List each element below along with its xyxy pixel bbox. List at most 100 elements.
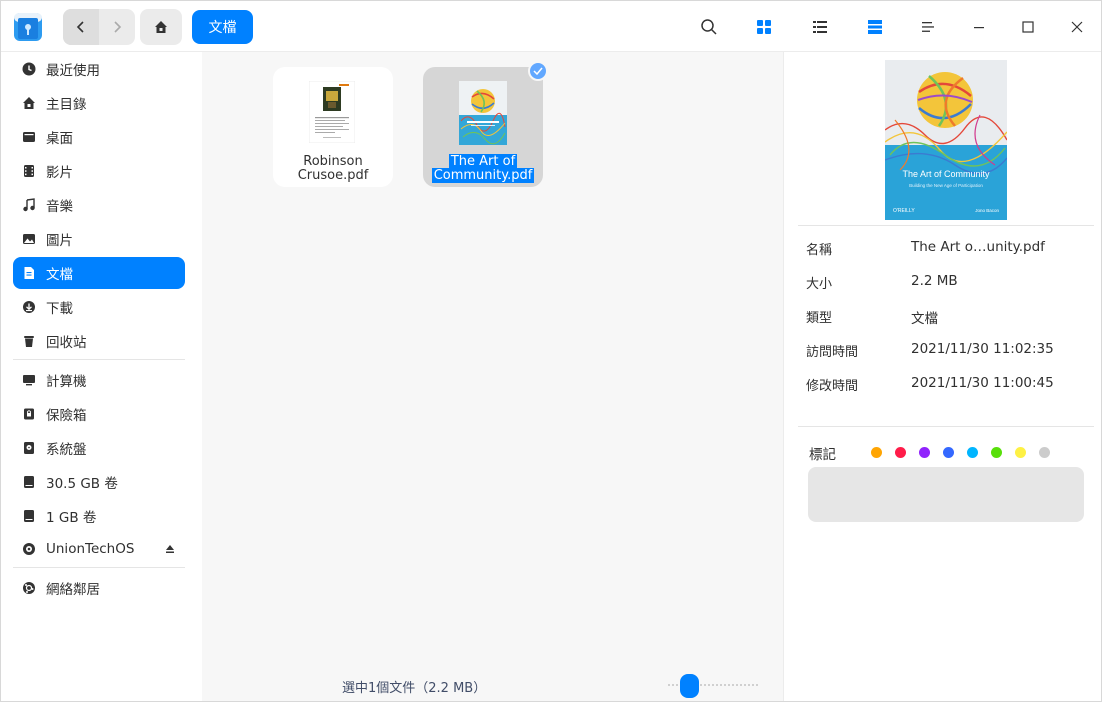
detail-value: 2021/11/30 11:00:45 (911, 375, 1054, 391)
file-preview: The Art of Community Building the New Ag… (885, 60, 1007, 220)
sidebar-item-label: 文檔 (46, 267, 73, 283)
icon-size-slider-handle[interactable] (680, 674, 699, 698)
tag-color-cyan[interactable] (967, 447, 978, 458)
clock-icon (21, 61, 37, 77)
computer-icon (21, 372, 37, 388)
maximize-button[interactable] (1016, 15, 1040, 39)
sidebar-item-system-disk[interactable]: 系統盤 (13, 432, 185, 464)
icon-view-button[interactable] (752, 15, 776, 39)
sidebar-item-recent[interactable]: 最近使用 (13, 53, 185, 85)
sidebar-item-desktop[interactable]: 桌面 (13, 121, 185, 153)
tag-color-blue[interactable] (943, 447, 954, 458)
hamburger-menu-icon (922, 22, 934, 32)
detail-panel: The Art of Community Building the New Ag… (783, 52, 1101, 701)
sidebar-item-network[interactable]: 網絡鄰居 (13, 572, 185, 604)
maximize-icon (1022, 21, 1034, 33)
eject-icon[interactable] (165, 542, 175, 558)
sidebar-item-label: 下載 (46, 301, 73, 317)
sidebar-item-label: 30.5 GB 卷 (46, 476, 118, 492)
picture-icon (21, 231, 37, 247)
sidebar-item-trash[interactable]: 回收站 (13, 325, 185, 357)
close-icon (1071, 21, 1083, 33)
main-menu-button[interactable] (916, 15, 940, 39)
sidebar-item-uniontechos[interactable]: UnionTechOS (13, 533, 185, 565)
safe-icon (21, 406, 37, 422)
forward-button[interactable] (99, 9, 135, 45)
sidebar-item-label: 系統盤 (46, 442, 87, 458)
status-bar-text: 選中1個文件（2.2 MB） (342, 681, 487, 696)
sidebar-item-documents[interactable]: 文檔 (13, 257, 185, 289)
sidebar-item-label: 回收站 (46, 335, 87, 351)
file-item-selected[interactable]: The Art of Community.pdf (423, 61, 548, 187)
search-icon (701, 19, 717, 35)
tag-color-gray[interactable] (1039, 447, 1050, 458)
home-icon (155, 21, 167, 33)
back-button[interactable] (63, 9, 99, 45)
minimize-icon (974, 27, 984, 29)
navigation-buttons (63, 9, 135, 45)
detail-value: The Art o…unity.pdf (911, 239, 1045, 255)
home-button[interactable] (140, 9, 182, 45)
detail-row-name: 名稱 The Art o…unity.pdf (806, 239, 1086, 259)
pdf-thumbnail-robinson-crusoe (309, 81, 355, 143)
detail-value: 2.2 MB (911, 273, 958, 289)
detail-key: 類型 (806, 311, 833, 326)
file-name: Robinson Crusoe.pdf (297, 154, 369, 183)
sidebar-item-label: UnionTechOS (46, 541, 135, 557)
sidebar-item-computer[interactable]: 計算機 (13, 364, 185, 396)
file-manager-app-icon (14, 13, 42, 41)
detail-divider (798, 426, 1094, 427)
preview-cover-publisher: O'REILLY (893, 208, 915, 214)
sidebar-item-label: 網絡鄰居 (46, 582, 100, 598)
chevron-right-icon (114, 21, 122, 33)
tags-label: 標記 (809, 447, 836, 463)
detail-key: 訪問時間 (806, 345, 859, 360)
sidebar-item-label: 主目錄 (46, 97, 87, 113)
grid-view-icon (757, 20, 771, 34)
sidebar-item-label: 最近使用 (46, 63, 100, 79)
sidebar-item-label: 計算機 (46, 374, 87, 390)
tag-color-green[interactable] (991, 447, 1002, 458)
tag-color-red[interactable] (895, 447, 906, 458)
sidebar-item-videos[interactable]: 影片 (13, 155, 185, 187)
sidebar-item-volume-1gb[interactable]: 1 GB 卷 (13, 500, 185, 532)
detail-divider (798, 225, 1094, 226)
breadcrumb-documents[interactable]: 文檔 (192, 10, 253, 44)
detail-panel-toggle-button[interactable] (863, 15, 887, 39)
sidebar-item-vault[interactable]: 保險箱 (13, 398, 185, 430)
file-view[interactable]: Robinson Crusoe.pdf The Art of Community… (202, 52, 783, 701)
sidebar-item-volume-30gb[interactable]: 30.5 GB 卷 (13, 466, 185, 498)
film-icon (21, 163, 37, 179)
sidebar-item-label: 1 GB 卷 (46, 510, 97, 526)
list-view-button[interactable] (808, 15, 832, 39)
detail-row-modified: 修改時間 2021/11/30 11:00:45 (806, 375, 1086, 395)
tag-color-purple[interactable] (919, 447, 930, 458)
sidebar: 最近使用 主目錄 桌面 影片 音樂 圖片 文檔 下載 回收站 計算機 保險箱 系… (1, 52, 202, 701)
tag-input-box[interactable] (808, 467, 1084, 522)
detail-panel-icon (868, 20, 882, 34)
tag-color-yellow[interactable] (1015, 447, 1026, 458)
title-bar: 文檔 (1, 1, 1101, 52)
chevron-left-icon (76, 21, 84, 33)
close-button[interactable] (1065, 15, 1089, 39)
file-item[interactable]: Robinson Crusoe.pdf (273, 67, 393, 187)
music-icon (21, 197, 37, 213)
network-icon (21, 580, 37, 596)
sidebar-item-home[interactable]: 主目錄 (13, 87, 185, 119)
detail-row-size: 大小 2.2 MB (806, 273, 1086, 293)
trash-icon (21, 333, 37, 349)
drive-icon (21, 474, 37, 490)
tag-color-orange[interactable] (871, 447, 882, 458)
preview-cover-image: The Art of Community Building the New Ag… (885, 60, 1007, 220)
search-button[interactable] (697, 15, 721, 39)
detail-row-accessed: 訪問時間 2021/11/30 11:02:35 (806, 341, 1086, 361)
sidebar-item-downloads[interactable]: 下載 (13, 291, 185, 323)
sidebar-item-pictures[interactable]: 圖片 (13, 223, 185, 255)
minimize-button[interactable] (967, 15, 991, 39)
system-disk-icon (21, 440, 37, 456)
document-icon (21, 265, 37, 281)
sidebar-item-music[interactable]: 音樂 (13, 189, 185, 221)
sidebar-item-label: 保險箱 (46, 408, 87, 424)
sidebar-divider (13, 359, 185, 360)
sidebar-item-label: 音樂 (46, 199, 73, 215)
